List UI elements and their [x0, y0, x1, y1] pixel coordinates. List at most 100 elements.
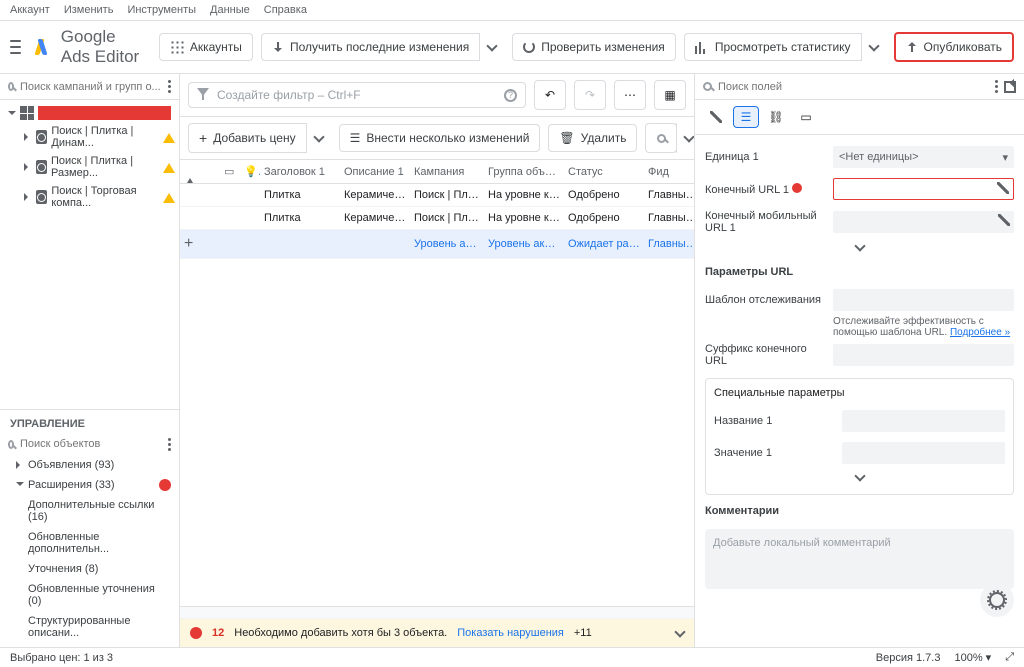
tab-fields[interactable]: ☰: [733, 106, 759, 128]
comment-input[interactable]: Добавьте локальный комментарий: [705, 529, 1014, 589]
get-changes-button[interactable]: Получить последние изменения: [261, 33, 480, 61]
delete-button[interactable]: 🗑Удалить: [548, 124, 637, 152]
view-stats-dropdown[interactable]: [861, 33, 886, 61]
more-button[interactable]: ⋯: [614, 80, 646, 110]
alert-more-count: +11: [574, 627, 592, 639]
mgmt-item[interactable]: Уточнения (8): [0, 559, 179, 579]
table-cell: [220, 239, 240, 249]
status-bar: Выбрано цен: 1 из 3 Версия 1.7.3 100% ▾ …: [0, 647, 1024, 667]
mgmt-item-label: Дополнительные ссылки (16): [28, 499, 167, 523]
col-status[interactable]: Статус: [564, 161, 644, 183]
final-url-input[interactable]: [833, 178, 1014, 200]
col-comment[interactable]: ▭: [220, 160, 240, 183]
name1-input[interactable]: [842, 410, 1005, 432]
publish-button[interactable]: Опубликовать: [894, 32, 1014, 62]
url-params-heading: Параметры URL: [705, 256, 1014, 284]
account-icon: [20, 106, 34, 120]
col-adgroup[interactable]: Группа объявл...: [484, 161, 564, 183]
check-changes-button[interactable]: Проверить изменения: [512, 33, 676, 61]
col-desc1[interactable]: Описание 1: [340, 161, 410, 183]
filter-input[interactable]: Создайте фильтр – Ctrl+F ?: [188, 82, 526, 108]
table-row[interactable]: +Уровень акка...Уровень акка...Ожидает р…: [180, 230, 694, 259]
pencil-icon[interactable]: [997, 182, 1009, 194]
learn-more-link[interactable]: Подробнее »: [950, 327, 1010, 338]
mgmt-item-label: Уточнения (8): [28, 563, 98, 575]
more-icon[interactable]: [168, 80, 171, 93]
zoom-button[interactable]: [645, 123, 677, 153]
col-warn[interactable]: [180, 161, 200, 183]
menu-account[interactable]: Аккаунт: [10, 4, 50, 16]
campaign-item[interactable]: Поиск | Плитка | Динам...: [4, 122, 175, 152]
app-title: Google Ads Editor: [61, 27, 143, 67]
chevron-down-icon[interactable]: [674, 626, 685, 637]
more-icon[interactable]: [995, 80, 998, 93]
undo-button[interactable]: ↶: [534, 80, 566, 110]
campaign-search-input[interactable]: [20, 81, 162, 93]
col-campaign[interactable]: Кампания: [410, 161, 484, 183]
redo-button[interactable]: ↷: [574, 80, 606, 110]
table-row[interactable]: ПлиткаКерамическа...Поиск | Плитк...На у…: [180, 207, 694, 230]
data-table: ▭ 💡 Заголовок 1 Описание 1 Кампания Груп…: [180, 160, 694, 606]
table-cell: Поиск | Плитк...: [410, 207, 484, 229]
col-error[interactable]: [200, 167, 220, 177]
objects-search-input[interactable]: [20, 438, 162, 450]
show-violations-link[interactable]: Показать нарушения: [457, 627, 564, 639]
chevron-down-icon[interactable]: [854, 240, 865, 251]
app-bar: Google Ads Editor Аккаунты Получить посл…: [0, 21, 1024, 74]
table-cell: Уровень акка...: [484, 233, 564, 255]
menu-help[interactable]: Справка: [264, 4, 307, 16]
bulk-edit-button[interactable]: ☰Внести несколько изменений: [339, 124, 541, 152]
get-changes-dropdown[interactable]: [479, 33, 504, 61]
pencil-icon[interactable]: [998, 214, 1010, 226]
mgmt-item-label: Структурированные описани...: [28, 615, 167, 639]
menu-data[interactable]: Данные: [210, 4, 250, 16]
value1-label: Значение 1: [714, 447, 834, 459]
mgmt-item[interactable]: Обновленные дополнительн...: [0, 527, 179, 559]
menu-edit[interactable]: Изменить: [64, 4, 114, 16]
mgmt-item[interactable]: Обновленные структурирова...: [0, 643, 179, 648]
campaign-item[interactable]: Поиск | Торговая компа...: [4, 182, 175, 212]
view-stats-button[interactable]: Просмотреть статистику: [684, 33, 862, 61]
link-icon: ⛓: [768, 110, 783, 124]
more-icon[interactable]: [168, 438, 171, 451]
table-cell: Главный ф: [644, 207, 694, 229]
layout-button[interactable]: ▦: [654, 80, 686, 110]
table-cell: [240, 239, 260, 249]
tracking-template-label: Шаблон отслеживания: [705, 294, 825, 306]
col-feed[interactable]: Фид: [644, 161, 694, 183]
tab-comment[interactable]: ▭: [793, 106, 819, 128]
account-root[interactable]: [4, 104, 175, 122]
url-suffix-input[interactable]: [833, 344, 1014, 366]
chevron-down-icon[interactable]: [854, 470, 865, 481]
mobile-url-input[interactable]: [833, 211, 1014, 233]
popout-icon[interactable]: [1004, 81, 1016, 93]
url-suffix-label: Суффикс конечного URL: [705, 343, 825, 367]
col-title1[interactable]: Заголовок 1: [260, 161, 340, 183]
h-scrollbar[interactable]: [180, 606, 694, 618]
value1-input[interactable]: [842, 442, 1005, 464]
settings-fab[interactable]: [980, 583, 1014, 617]
mgmt-item[interactable]: Объявления (93): [0, 455, 179, 475]
table-row[interactable]: ПлиткаКерамическа...Поиск | Плитк...На у…: [180, 184, 694, 207]
hamburger-icon[interactable]: [10, 40, 21, 54]
col-bulb[interactable]: 💡: [240, 160, 260, 183]
warning-icon: [184, 161, 196, 183]
accounts-button[interactable]: Аккаунты: [159, 33, 253, 61]
tracking-template-input[interactable]: [833, 289, 1014, 311]
mgmt-item[interactable]: Обновленные уточнения (0): [0, 579, 179, 611]
add-price-button[interactable]: +Добавить цену: [188, 123, 307, 153]
custom-params-heading: Специальные параметры: [714, 387, 1005, 405]
add-price-dropdown[interactable]: [306, 123, 331, 153]
mgmt-item[interactable]: Дополнительные ссылки (16): [0, 495, 179, 527]
help-icon[interactable]: ?: [504, 89, 517, 102]
search-icon: [657, 134, 666, 143]
tab-link[interactable]: ⛓: [763, 106, 789, 128]
tab-edit[interactable]: [703, 106, 729, 128]
unit-select[interactable]: <Нет единицы>▾: [833, 146, 1014, 168]
campaign-item[interactable]: Поиск | Плитка | Размер...: [4, 152, 175, 182]
menu-tools[interactable]: Инструменты: [127, 4, 196, 16]
mgmt-item[interactable]: Структурированные описани...: [0, 611, 179, 643]
mgmt-item[interactable]: Расширения (33): [0, 475, 179, 495]
field-search-input[interactable]: [718, 81, 989, 93]
download-icon: [272, 41, 284, 53]
